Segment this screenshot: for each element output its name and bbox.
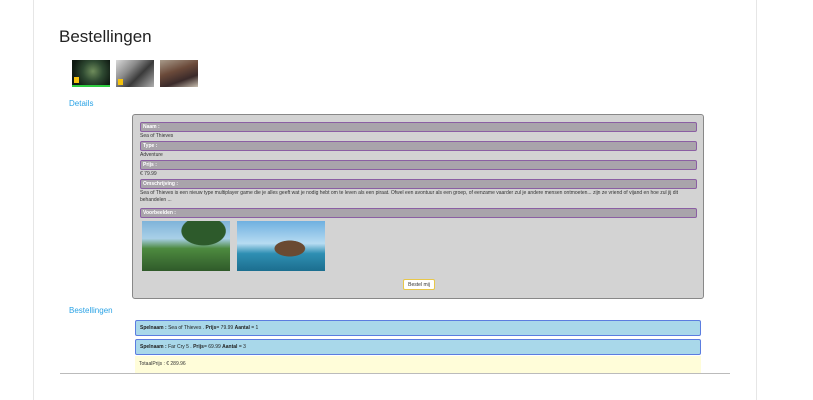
order-total: TotaalPrijs : € 289.96: [135, 356, 701, 373]
name-value: Sea of Thieves: [140, 133, 174, 139]
order-row: Spelnaam : Far Cry 5 . Prijs= 69.99 Aant…: [135, 339, 701, 355]
order-price-label: Prijs: [205, 325, 217, 331]
order-qty: = 1: [251, 325, 259, 331]
order-game: Far Cry 5: [168, 344, 189, 350]
order-qty-label: Aantal: [222, 344, 238, 350]
page-title: Bestellingen: [59, 27, 152, 46]
type-label: Type :: [140, 141, 697, 151]
thumbnail-game-3[interactable]: [160, 60, 198, 87]
order-game-label: Spelnaam :: [140, 325, 167, 331]
example-screenshot-2: [237, 221, 325, 271]
name-label: Naam :: [140, 122, 697, 132]
order-button[interactable]: Bestel mij: [403, 279, 435, 290]
examples-label: Voorbeelden :: [140, 208, 697, 218]
order-qty-label: Aantal: [234, 325, 250, 331]
order-game-label: Spelnaam :: [140, 344, 167, 350]
description-label: Omschrijving :: [140, 179, 697, 189]
order-price-label: Prijs: [193, 344, 204, 350]
rating-badge-icon: [118, 79, 123, 85]
details-panel: Naam : Sea of Thieves Type : Adventure P…: [132, 114, 704, 299]
product-thumbnails: [72, 60, 198, 87]
thumbnail-far-cry-5[interactable]: [116, 60, 154, 87]
type-value: Adventure: [140, 152, 163, 158]
divider: [60, 373, 730, 374]
order-price: = 79.99: [216, 325, 234, 331]
thumbnail-sea-of-thieves[interactable]: [72, 60, 110, 87]
example-screenshot-1: [142, 221, 230, 271]
description-value: Sea of Thieves is een nieuw type multipl…: [140, 190, 679, 203]
price-value: € 79.99: [140, 171, 157, 177]
order-price: = 69.99: [203, 344, 221, 350]
orders-link[interactable]: Bestellingen: [69, 306, 113, 315]
price-label: Prijs :: [140, 160, 697, 170]
order-game: Sea of Thieves: [168, 325, 202, 331]
rating-badge-icon: [74, 77, 79, 83]
order-row: Spelnaam : Sea of Thieves . Prijs= 79.99…: [135, 320, 701, 336]
order-qty: = 3: [238, 344, 246, 350]
details-link[interactable]: Details: [69, 99, 93, 108]
